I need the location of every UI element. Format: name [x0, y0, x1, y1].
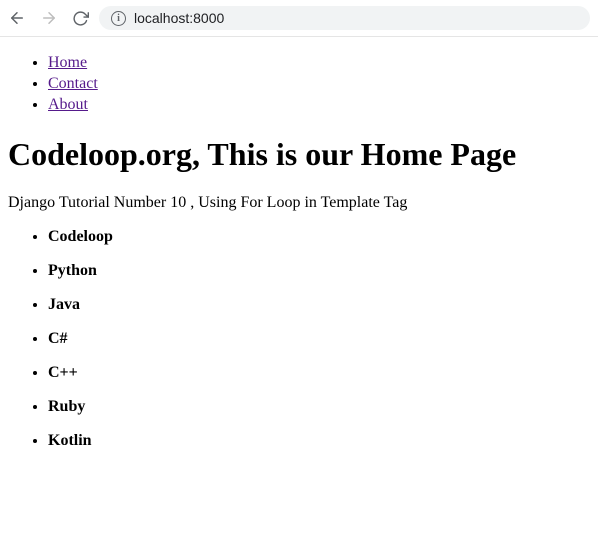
list-item: Kotlin	[48, 432, 590, 450]
list-item: Ruby	[48, 398, 590, 416]
page-subtitle: Django Tutorial Number 10 , Using For Lo…	[8, 194, 590, 212]
nav-item: Home	[48, 53, 590, 74]
nav-link-about[interactable]: About	[48, 96, 88, 113]
url-text: localhost:8000	[134, 10, 224, 26]
nav-buttons	[8, 9, 89, 27]
nav-link-contact[interactable]: Contact	[48, 75, 98, 92]
nav-item: About	[48, 95, 590, 116]
list-item: C#	[48, 330, 590, 348]
reload-button[interactable]	[72, 10, 89, 27]
info-icon: i	[111, 11, 126, 26]
page-title: Codeloop.org, This is our Home Page	[8, 136, 590, 173]
nav-link-home[interactable]: Home	[48, 54, 87, 71]
reload-icon	[72, 10, 89, 27]
arrow-right-icon	[40, 9, 58, 27]
list-item: Codeloop	[48, 228, 590, 246]
forward-button[interactable]	[40, 9, 58, 27]
technology-list: Codeloop Python Java C# C++ Ruby Kotlin	[8, 228, 590, 450]
back-button[interactable]	[8, 9, 26, 27]
page-content: Home Contact About Codeloop.org, This is…	[0, 37, 598, 474]
browser-toolbar: i localhost:8000	[0, 0, 598, 37]
nav-links: Home Contact About	[8, 53, 590, 115]
list-item: Python	[48, 262, 590, 280]
nav-item: Contact	[48, 74, 590, 95]
list-item: Java	[48, 296, 590, 314]
arrow-left-icon	[8, 9, 26, 27]
address-bar[interactable]: i localhost:8000	[99, 6, 590, 30]
list-item: C++	[48, 364, 590, 382]
